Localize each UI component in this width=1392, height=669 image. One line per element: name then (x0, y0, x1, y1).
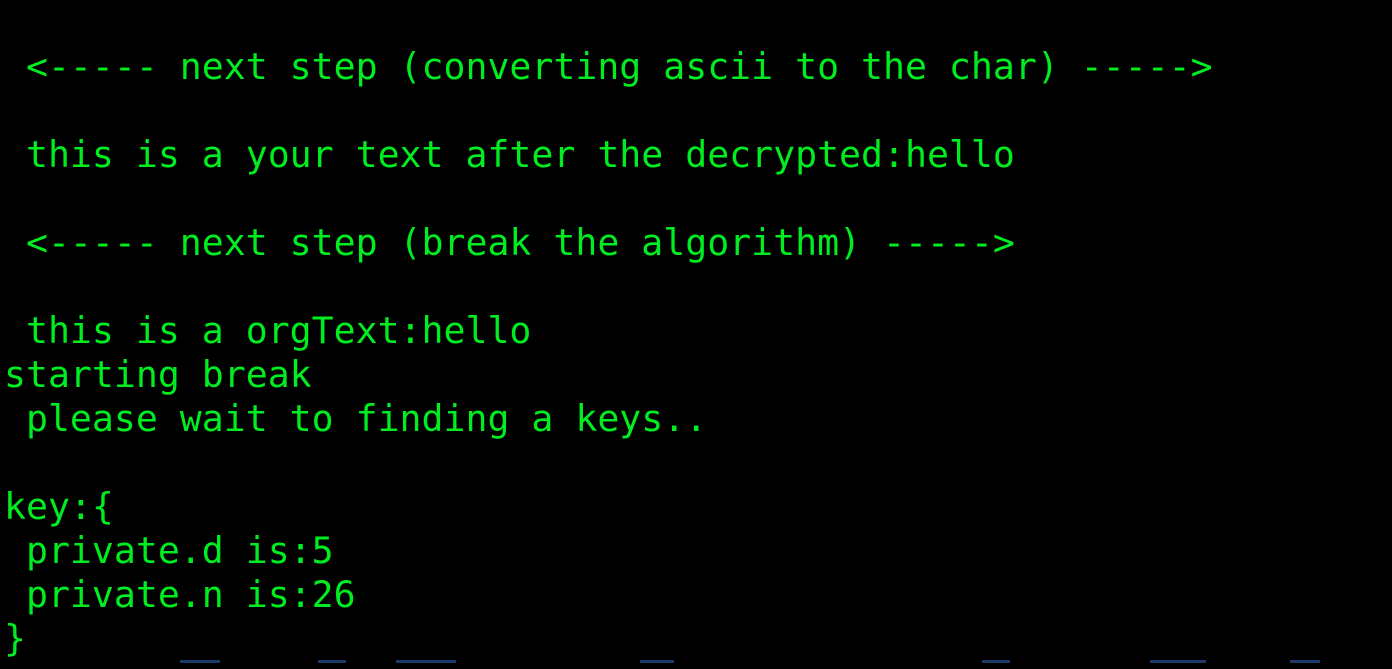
terminal-line-next-step-break: <----- next step (break the algorithm) -… (4, 221, 1015, 264)
terminal-line-private-n: private.n is:26 (4, 573, 356, 616)
terminal-line-please-wait: please wait to finding a keys.. (4, 397, 708, 440)
terminal-line-decrypted-text: this is a your text after the decrypted:… (4, 133, 1015, 176)
terminal-line-private-d: private.d is:5 (4, 529, 334, 572)
terminal-line-org-text: this is a orgText:hello (4, 309, 532, 352)
terminal-line-starting-break: starting break (4, 353, 312, 396)
terminal-cutoff-line (0, 660, 1392, 669)
terminal-window[interactable]: <----- next step (converting ascii to th… (0, 0, 1392, 669)
terminal-line-next-step-converting: <----- next step (converting ascii to th… (4, 45, 1213, 88)
terminal-line-key-open: key:{ (4, 485, 114, 528)
terminal-line-key-close: } (4, 617, 26, 660)
